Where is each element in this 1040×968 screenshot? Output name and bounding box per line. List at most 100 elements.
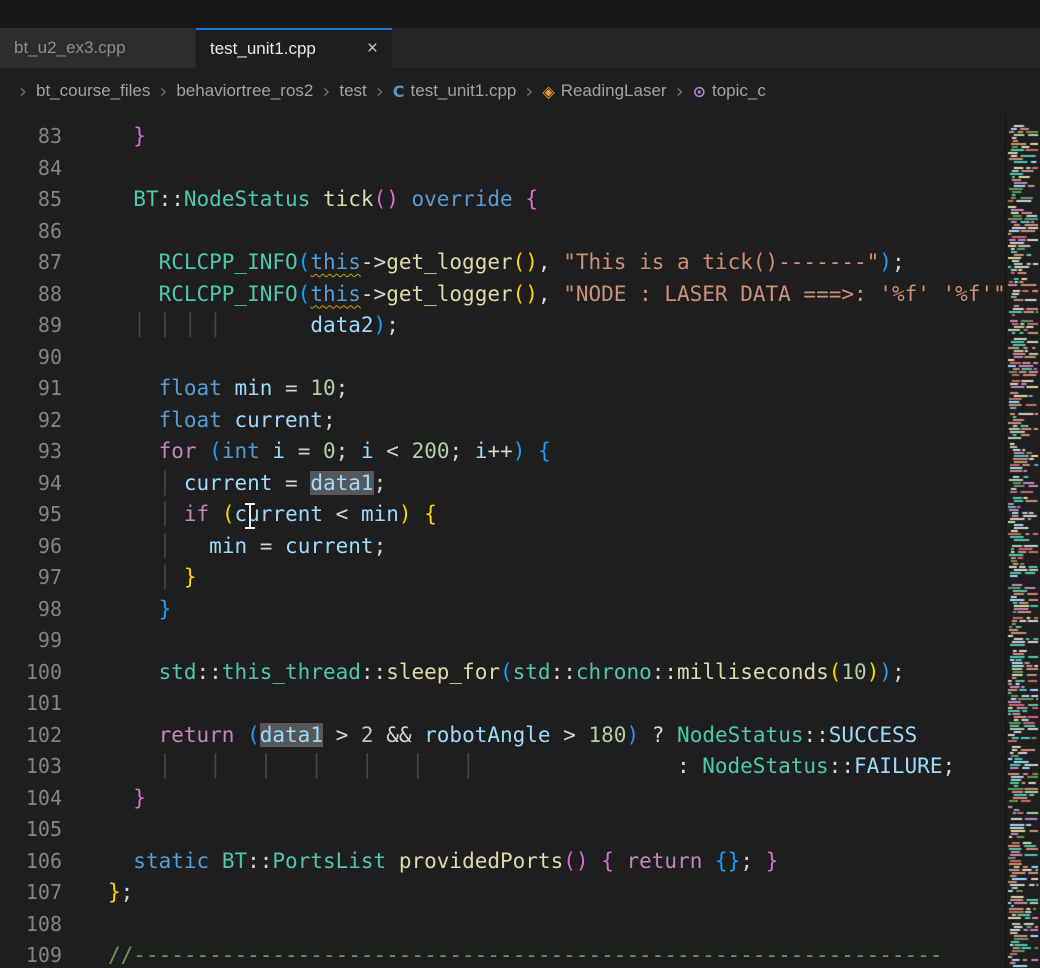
code-token: ) [399, 502, 412, 526]
code-text: │ min = current; [62, 531, 386, 563]
code-token: 2 [361, 723, 374, 747]
cpp-file-icon: C [393, 82, 405, 101]
chevron-right-icon: › [19, 79, 27, 103]
code-line[interactable]: 86 [0, 216, 1005, 248]
code-token: } [184, 565, 197, 589]
code-token: static [133, 849, 209, 873]
code-line[interactable]: 83 } [0, 121, 1005, 153]
tab-bt-u2-ex3[interactable]: bt_u2_ex3.cpp [0, 28, 196, 68]
code-text: RCLCPP_INFO(this->get_logger(), "NODE : … [62, 279, 1005, 311]
code-token: if [184, 502, 209, 526]
code-token [171, 565, 184, 589]
code-line[interactable]: 101 [0, 688, 1005, 720]
code-token: ( [298, 250, 311, 274]
code-line[interactable]: 96 │ min = current; [0, 531, 1005, 563]
code-token: for [159, 439, 197, 463]
code-token: ) [879, 660, 892, 684]
code-token: ; [386, 313, 399, 337]
code-line[interactable]: 107}; [0, 877, 1005, 909]
title-bar [0, 0, 1040, 28]
code-token: return [627, 849, 703, 873]
line-number: 100 [0, 657, 62, 689]
code-text [62, 216, 108, 248]
code-token [108, 723, 159, 747]
code-token: 180 [589, 723, 627, 747]
code-token: ( [222, 502, 235, 526]
code-token: current [285, 534, 374, 558]
code-line[interactable]: 103 │ │ │ │ │ │ │ : NodeStatus::FAILURE; [0, 751, 1005, 783]
breadcrumb-item[interactable]: test [339, 81, 366, 101]
breadcrumb-item[interactable]: bt_course_files [36, 81, 150, 101]
code-token: NodeStatus [702, 754, 828, 778]
code-line[interactable]: 98 } [0, 594, 1005, 626]
breadcrumb: ›bt_course_files›behaviortree_ros2›test›… [0, 68, 1040, 114]
tab-test-unit1[interactable]: test_unit1.cpp × [196, 28, 392, 68]
code-line[interactable]: 90 [0, 342, 1005, 374]
code-token: //--------------------------------------… [108, 943, 942, 967]
code-token: 10 [310, 376, 335, 400]
code-area[interactable]: 83 }8485 BT::NodeStatus tick() override … [0, 114, 1005, 968]
code-token: ( [247, 723, 260, 747]
code-line[interactable]: 89 │ │ │ │ data2); [0, 310, 1005, 342]
tab-label: test_unit1.cpp [210, 39, 316, 59]
breadcrumb-item[interactable]: ◈ReadingLaser [542, 81, 666, 101]
minimap[interactable] [1005, 114, 1040, 968]
close-icon[interactable]: × [353, 38, 378, 60]
breadcrumb-label: test [339, 81, 366, 101]
code-line[interactable]: 99 [0, 625, 1005, 657]
code-token: ; [374, 534, 387, 558]
code-token [614, 849, 627, 873]
code-line[interactable]: 84 [0, 153, 1005, 185]
code-token: ( [500, 660, 513, 684]
breadcrumb-item[interactable]: Ctest_unit1.cpp [393, 81, 517, 101]
code-token: > [323, 723, 361, 747]
code-line[interactable]: 100 std::this_thread::sleep_for(std::chr… [0, 657, 1005, 689]
code-token: < [323, 502, 361, 526]
code-line[interactable]: 92 float current; [0, 405, 1005, 437]
code-token: = [272, 376, 310, 400]
code-text [62, 814, 108, 846]
code-token: i [361, 439, 374, 463]
code-line[interactable]: 87 RCLCPP_INFO(this->get_logger(), "This… [0, 247, 1005, 279]
code-line[interactable]: 85 BT::NodeStatus tick() override { [0, 184, 1005, 216]
code-token [108, 597, 159, 621]
line-number: 95 [0, 499, 62, 531]
line-number: 97 [0, 562, 62, 594]
code-token [108, 187, 133, 211]
code-line[interactable]: 94 │ current = data1; [0, 468, 1005, 500]
code-token: milliseconds [677, 660, 829, 684]
line-number: 87 [0, 247, 62, 279]
editor: 83 }8485 BT::NodeStatus tick() override … [0, 114, 1040, 968]
line-number: 106 [0, 846, 62, 878]
breadcrumb-item[interactable]: behaviortree_ros2 [176, 81, 313, 101]
code-line[interactable]: 97 │ } [0, 562, 1005, 594]
code-text: float current; [62, 405, 336, 437]
code-text: BT::NodeStatus tick() override { [62, 184, 538, 216]
code-text: RCLCPP_INFO(this->get_logger(), "This is… [62, 247, 905, 279]
code-line[interactable]: 105 [0, 814, 1005, 846]
code-line[interactable]: 102 return (data1 > 2 && robotAngle > 18… [0, 720, 1005, 752]
code-line[interactable]: 95 │ if (current < min) { [0, 499, 1005, 531]
code-token: () [563, 849, 588, 873]
code-token: return [159, 723, 235, 747]
code-line[interactable]: 106 static BT::PortsList providedPorts()… [0, 846, 1005, 878]
code-line[interactable]: 88 RCLCPP_INFO(this->get_logger(), "NODE… [0, 279, 1005, 311]
code-line[interactable]: 104 } [0, 783, 1005, 815]
code-token: │ │ │ │ │ │ │ [159, 754, 475, 778]
code-token: min [234, 376, 272, 400]
code-text: //--------------------------------------… [62, 940, 942, 968]
code-token: ) [879, 250, 892, 274]
code-line[interactable]: 109//-----------------------------------… [0, 940, 1005, 968]
code-token: ; [942, 754, 955, 778]
code-token: } [766, 849, 779, 873]
code-token: } [133, 786, 146, 810]
code-token: :: [197, 660, 222, 684]
code-token: ; [892, 250, 905, 274]
code-token: current [234, 408, 323, 432]
code-text: return (data1 > 2 && robotAngle > 180) ?… [62, 720, 917, 752]
breadcrumb-item[interactable]: ⊙topic_c [693, 81, 766, 101]
code-line[interactable]: 91 float min = 10; [0, 373, 1005, 405]
code-line[interactable]: 108 [0, 909, 1005, 941]
code-text: std::this_thread::sleep_for(std::chrono:… [62, 657, 905, 689]
code-line[interactable]: 93 for (int i = 0; i < 200; i++) { [0, 436, 1005, 468]
